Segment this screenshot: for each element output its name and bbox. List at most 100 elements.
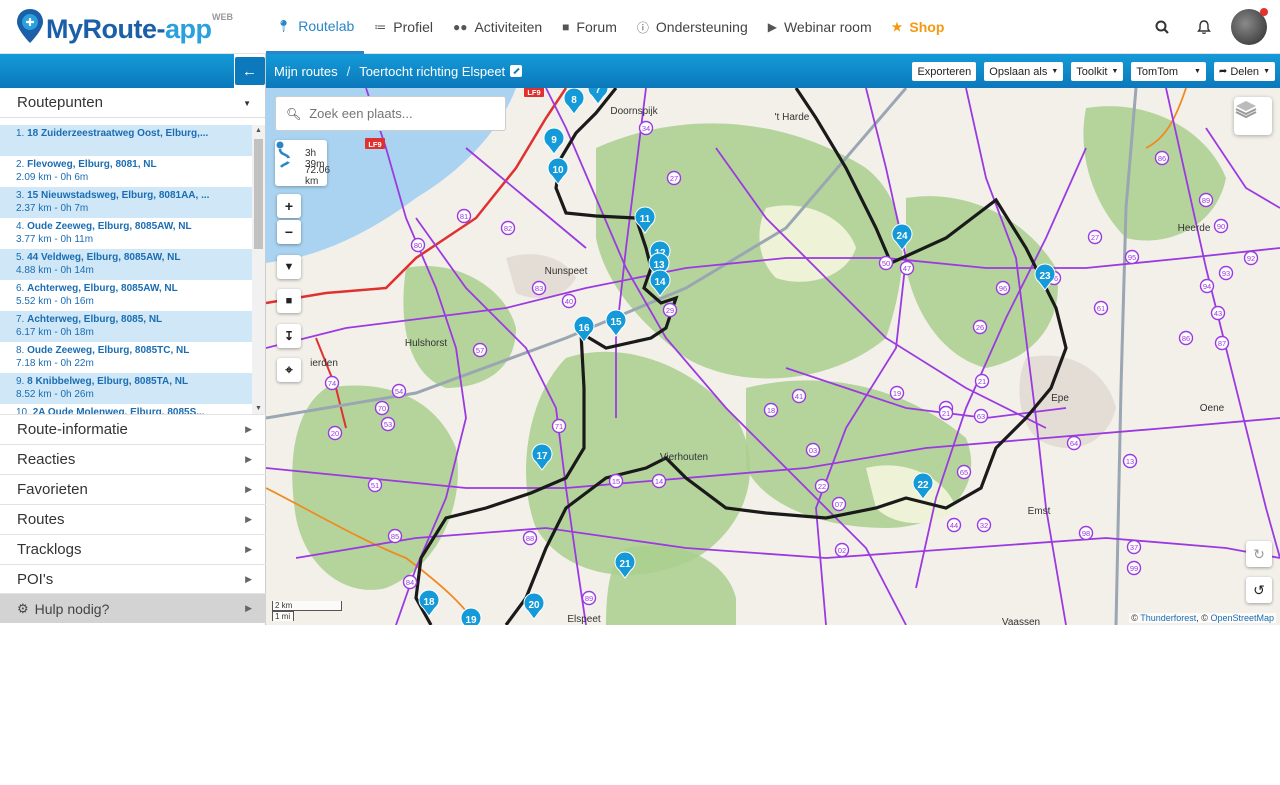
support-icon: ⚙	[17, 600, 29, 616]
attribution-osm-link[interactable]: OpenStreetMap	[1210, 613, 1274, 623]
scroll-thumb[interactable]	[254, 139, 263, 249]
lf9-sign-label: LF9	[368, 140, 381, 149]
node-label: 54	[395, 387, 403, 396]
avatar[interactable]	[1231, 8, 1268, 45]
place-label: Vaassen	[1002, 617, 1040, 625]
node-label: 15	[612, 477, 620, 486]
section-label: Route-informatie	[17, 421, 128, 438]
route-marker-label: 8	[571, 95, 577, 106]
route-marker-label: 21	[619, 559, 631, 570]
attribution-thunderforest-link[interactable]: Thunderforest	[1140, 613, 1196, 623]
route-marker-label: 13	[653, 260, 665, 271]
tomtom-button[interactable]: TomTom ▼	[1131, 62, 1206, 81]
waypoint-meta: 8.52 km - 0h 26m	[16, 389, 94, 400]
search-button[interactable]	[1141, 0, 1183, 54]
place-label: ierden	[310, 358, 338, 369]
waypoint-item[interactable]: 4. Oude Zeeweg, Elburg, 8085AW, NL 3.77 k…	[0, 218, 252, 249]
nav-activiteiten[interactable]: ●● Activiteiten	[443, 0, 552, 54]
node-label: 89	[1202, 196, 1210, 205]
scroll-up-icon[interactable]: ▲	[252, 125, 265, 137]
section-label: Reacties	[17, 451, 76, 468]
route-marker-label: 23	[1039, 271, 1051, 282]
attribution-mid: , ©	[1196, 613, 1208, 623]
zoom-out-button[interactable]: −	[277, 220, 301, 244]
place-search[interactable]: 🔍︎	[275, 96, 506, 131]
waypoint-item[interactable]: 9. 8 Knibbelweg, Elburg, 8085TA, NL 8.52 …	[0, 373, 252, 404]
share-button[interactable]: ➦ Delen ▼	[1213, 62, 1275, 81]
sidebar-section-route-informatie[interactable]: Route-informatie ▶	[0, 414, 266, 444]
nav-shop[interactable]: ★ Shop	[882, 0, 955, 54]
node-label: 21	[978, 377, 986, 386]
routepoints-header[interactable]: Routepunten ▼	[0, 88, 265, 118]
download-button[interactable]: ↧	[277, 324, 301, 348]
sidebar-section-favorieten[interactable]: Favorieten ▶	[0, 474, 266, 504]
sidebar-section-poi-s[interactable]: POI's ▶	[0, 564, 266, 594]
nav-label: Forum	[576, 19, 617, 35]
map-canvas[interactable]: 34 27 81 82 80 83 40 29 57 74 54 70 53 20 71 51 85 84 88 89…	[266, 88, 1280, 625]
sidebar: Routepunten ▼ 1. 18 Zuiderzeestraatweg O…	[0, 88, 266, 625]
app-logo[interactable]: MyRoute-app WEB	[16, 8, 236, 48]
export-label: Exporteren	[917, 65, 972, 78]
route-marker-label: 15	[610, 317, 622, 328]
waypoint-name: Oude Zeeweg, Elburg, 8085AW, NL	[27, 221, 192, 232]
sidebar-section-tracklogs[interactable]: Tracklogs ▶	[0, 534, 266, 564]
place-label: Doornspijk	[610, 106, 658, 117]
waypoint-name: Achterweg, Elburg, 8085AW, NL	[27, 283, 178, 294]
sidebar-section-routes[interactable]: Routes ▶	[0, 504, 266, 534]
caret-down-icon: ▼	[243, 99, 251, 108]
nav-webinar-room[interactable]: ▶ Webinar room	[758, 0, 882, 54]
caret-down-icon: ▼	[1193, 68, 1201, 75]
comments-icon: ■	[562, 20, 570, 34]
layers-button[interactable]	[1234, 97, 1272, 135]
node-label: 80	[414, 241, 422, 250]
collapse-sidebar-button[interactable]: ←	[234, 54, 266, 88]
notifications-button[interactable]	[1183, 0, 1225, 54]
section-label: Routes	[17, 511, 65, 528]
node-label: 96	[999, 284, 1007, 293]
waypoint-item[interactable]: 8. Oude Zeeweg, Elburg, 8085TC, NL 7.18 k…	[0, 342, 252, 373]
users-icon: ●●	[452, 20, 468, 34]
waypoint-item[interactable]: 2. Flevoweg, Elburg, 8081, NL 2.09 km - 0…	[0, 156, 252, 187]
place-label: Elspeet	[567, 614, 601, 625]
nav-routelab[interactable]: 📍︎ Routelab	[266, 0, 365, 54]
node-label: 95	[1128, 253, 1136, 262]
section-label: Favorieten	[17, 481, 88, 498]
node-label: 99	[1130, 564, 1138, 573]
redo-button[interactable]: ↻	[1246, 541, 1272, 567]
locate-button[interactable]: ⌖	[277, 358, 301, 382]
edit-icon[interactable]	[510, 65, 523, 77]
waypoint-list: 1. 18 Zuiderzeestraatweg Oost, Elburg,..…	[0, 125, 252, 415]
scale-km: 2 km	[272, 601, 342, 611]
search-input[interactable]	[309, 106, 500, 121]
caret-down-icon: ▼	[1111, 68, 1119, 75]
save-as-button[interactable]: Opslaan als ▼	[984, 62, 1064, 81]
breadcrumb-my-routes[interactable]: Mijn routes	[274, 64, 338, 79]
node-label: 02	[838, 546, 846, 555]
export-button[interactable]: Exporteren	[912, 62, 977, 81]
waypoint-meta: 2.37 km - 0h 7m	[16, 203, 89, 214]
waypoint-item[interactable]: 3. 15 Nieuwstadsweg, Elburg, 8081AA, ...…	[0, 187, 252, 218]
waypoint-meta: 2.09 km - 0h 6m	[16, 172, 89, 183]
lock-button[interactable]: ■	[277, 289, 301, 313]
toolkit-button[interactable]: Toolkit ▼	[1071, 62, 1124, 81]
sidebar-section-reacties[interactable]: Reacties ▶	[0, 444, 266, 474]
nav-right	[1141, 0, 1280, 54]
nav-profiel[interactable]: ≔ Profiel	[364, 0, 443, 54]
help-section[interactable]: ⚙ Hulp nodig? ▶	[0, 593, 266, 623]
waypoint-item[interactable]: 1. 18 Zuiderzeestraatweg Oost, Elburg,..…	[0, 125, 252, 156]
place-label: Oene	[1200, 403, 1225, 414]
waypoint-item[interactable]: 6. Achterweg, Elburg, 8085AW, NL 5.52 km …	[0, 280, 252, 311]
map-marker-icon: 📍︎	[276, 18, 292, 33]
route-marker-label: 20	[528, 600, 540, 611]
waypoint-item[interactable]: 7. Achterweg, Elburg, 8085, NL 6.17 km - …	[0, 311, 252, 342]
nav-forum[interactable]: ■ Forum	[552, 0, 627, 54]
waypoint-number: 3.	[16, 190, 25, 201]
undo-button[interactable]: ↺	[1246, 577, 1272, 603]
node-label: 13	[1126, 457, 1134, 466]
zoom-in-button[interactable]: +	[277, 194, 301, 218]
waypoint-item[interactable]: 5. 44 Veldweg, Elburg, 8085AW, NL 4.88 km…	[0, 249, 252, 280]
nav-label: Activiteiten	[474, 19, 543, 35]
add-marker-button[interactable]: ▼	[277, 255, 301, 279]
nav-ondersteuning[interactable]: ⓘ Ondersteuning	[627, 0, 758, 54]
waypoint-scrollbar[interactable]: ▲ ▼	[252, 125, 265, 415]
